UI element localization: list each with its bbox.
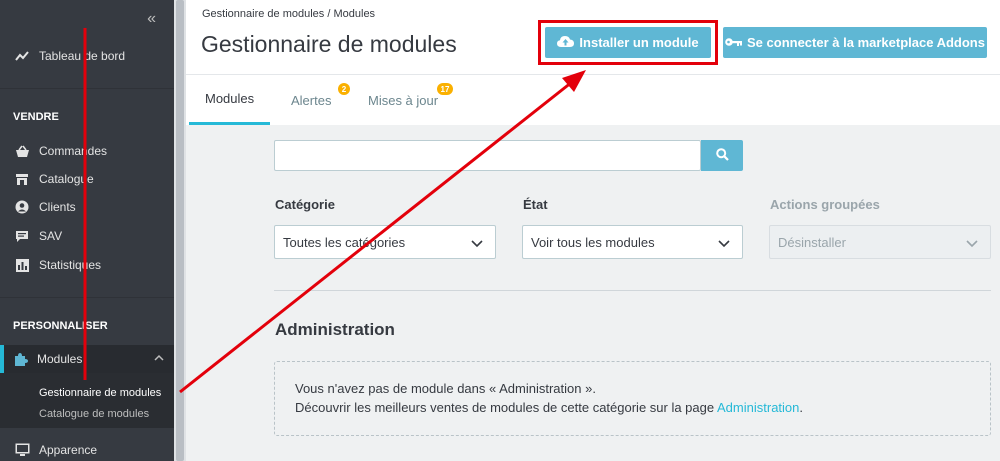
sidebar-item-support[interactable]: SAV	[0, 225, 174, 247]
sidebar-divider	[0, 88, 174, 89]
breadcrumb: Gestionnaire de modules / Modules	[202, 8, 375, 20]
sidebar-item-dashboard[interactable]: Tableau de bord	[0, 45, 174, 67]
bar-chart-icon	[14, 257, 30, 273]
sidebar-item-catalog[interactable]: Catalogue	[0, 168, 174, 190]
breadcrumb-current: Modules	[333, 8, 376, 20]
sidebar-item-appearance[interactable]: Apparence	[0, 439, 174, 461]
annotation-highlight-box	[538, 20, 718, 65]
puzzle-icon	[12, 351, 28, 367]
bulk-actions-select-value: Désinstaller	[778, 234, 846, 250]
chevron-down-icon	[718, 236, 730, 251]
chevron-down-icon	[966, 236, 978, 251]
category-select[interactable]: Toutes les catégories	[274, 225, 496, 259]
empty-notice-line2: Découvrir les meilleurs ventes de module…	[295, 400, 803, 415]
state-select-value: Voir tous les modules	[531, 234, 655, 250]
sidebar-item-label: Clients	[39, 200, 76, 214]
addons-connect-label: Se connecter à la marketplace Addons	[747, 35, 985, 50]
tab-label: Modules	[205, 91, 255, 106]
sidebar-divider	[0, 297, 174, 298]
sidebar-section-sell: VENDRE	[13, 111, 59, 123]
bulk-actions-select[interactable]: Désinstaller	[769, 225, 991, 259]
sidebar-item-label: Modules	[37, 352, 83, 366]
state-select[interactable]: Voir tous les modules	[522, 225, 743, 259]
breadcrumb-separator: /	[327, 8, 331, 20]
sidebar-item-label: Tableau de bord	[39, 49, 126, 63]
sidebar-scrollbar[interactable]	[174, 0, 186, 461]
tab-modules[interactable]: Modules	[189, 75, 271, 125]
sidebar-section-customize: PERSONNALISER	[13, 320, 108, 332]
chat-icon	[14, 228, 30, 244]
sidebar-item-label: Commandes	[39, 144, 108, 158]
basket-icon	[14, 143, 30, 159]
sidebar-item-stats[interactable]: Statistiques	[0, 254, 174, 276]
tab-alerts[interactable]: Alertes	[291, 75, 331, 125]
store-icon	[14, 171, 30, 187]
sidebar-subitem-module-manager[interactable]: Gestionnaire de modules	[39, 387, 161, 399]
tab-label: Mises à jour	[368, 92, 439, 108]
empty-notice-line1: Vous n'avez pas de module dans « Adminis…	[295, 381, 596, 396]
search-button[interactable]	[701, 140, 743, 171]
sidebar-subitem-module-catalog[interactable]: Catalogue de modules	[39, 408, 149, 420]
empty-category-notice: Vous n'avez pas de module dans « Adminis…	[274, 361, 991, 436]
page-title: Gestionnaire de modules	[201, 31, 457, 57]
monitor-icon	[14, 442, 30, 458]
empty-notice-text: Découvrir les meilleurs ventes de module…	[295, 400, 715, 415]
sidebar-item-customers[interactable]: Clients	[0, 196, 174, 218]
chevron-up-icon[interactable]	[154, 351, 164, 365]
sidebar-item-label: Catalogue	[39, 172, 94, 186]
page-header: Gestionnaire de modules / Modules Gestio…	[186, 0, 1000, 74]
breadcrumb-parent[interactable]: Gestionnaire de modules	[202, 8, 324, 20]
double-chevron-left-icon[interactable]: «	[147, 10, 156, 28]
sidebar: « Tableau de bord VENDRE Commandes Catal…	[0, 0, 174, 461]
category-select-value: Toutes les catégories	[283, 234, 406, 250]
updates-count-badge: 17	[437, 83, 453, 95]
chevron-down-icon	[471, 236, 483, 251]
category-section-title: Administration	[275, 320, 395, 339]
tab-bar: Modules Alertes 2 Mises à jour 17	[186, 74, 1000, 125]
sidebar-item-modules[interactable]: Modules	[0, 348, 174, 370]
scrollbar-thumb[interactable]	[176, 0, 184, 461]
key-icon	[725, 35, 743, 50]
sidebar-item-orders[interactable]: Commandes	[0, 140, 174, 162]
category-label: Catégorie	[275, 197, 335, 212]
section-divider	[274, 290, 991, 291]
bulk-actions-label: Actions groupées	[770, 197, 880, 212]
sidebar-item-label: Apparence	[39, 443, 98, 457]
addons-connect-button[interactable]: Se connecter à la marketplace Addons	[723, 27, 987, 58]
module-search-input[interactable]	[274, 140, 701, 171]
state-label: État	[523, 197, 548, 212]
tab-label: Alertes	[291, 92, 332, 108]
sidebar-item-label: Statistiques	[39, 258, 102, 272]
tab-updates[interactable]: Mises à jour	[368, 75, 438, 125]
search-icon	[715, 147, 729, 164]
administration-category-link[interactable]: Administration	[717, 400, 799, 415]
sidebar-item-label: SAV	[39, 229, 63, 243]
alerts-count-badge: 2	[338, 83, 350, 95]
empty-notice-suffix: .	[799, 400, 804, 415]
user-circle-icon	[14, 199, 30, 215]
trend-line-icon	[14, 48, 30, 64]
